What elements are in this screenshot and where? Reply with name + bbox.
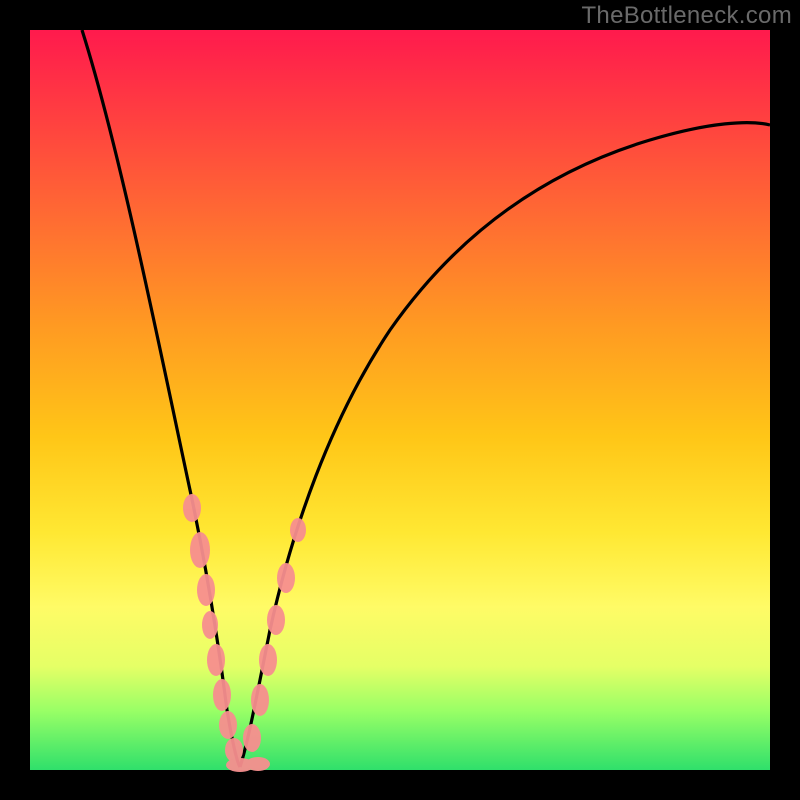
plot-area — [30, 30, 770, 770]
chart-frame: TheBottleneck.com — [0, 0, 800, 800]
bottleneck-curve — [30, 30, 770, 770]
watermark-text: TheBottleneck.com — [581, 2, 792, 30]
marker-group — [183, 494, 306, 772]
curve-right — [240, 123, 770, 767]
